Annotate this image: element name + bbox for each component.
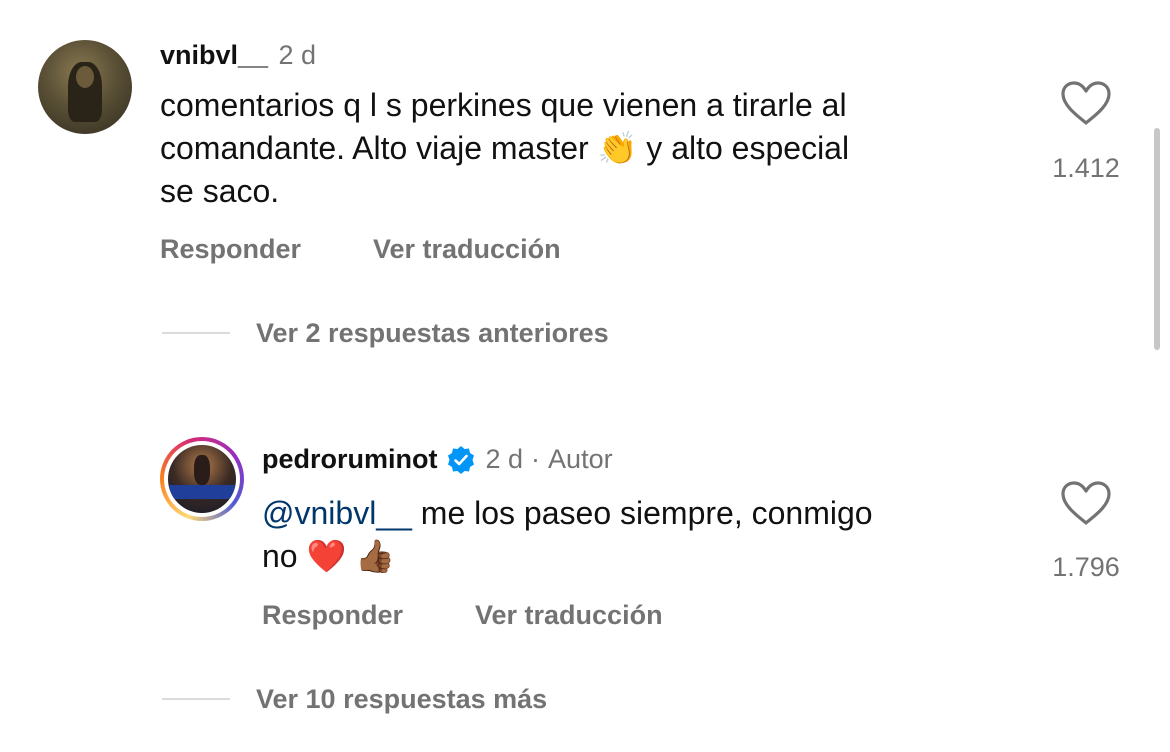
comment-username[interactable]: pedroruminot [262,444,438,475]
comment-header: vnibvl__ 2 d [160,40,316,71]
comment-text: @vnibvl__ me los paseo siempre, conmigo … [262,492,1042,578]
comment-text-line: @vnibvl__ me los paseo siempre, conmigo [262,492,1042,535]
comment-text-segment: y alto especial [646,130,850,166]
reply-button[interactable]: Responder [160,234,301,265]
view-more-replies-button[interactable]: Ver 10 respuestas más [256,684,547,715]
verified-badge-icon [446,445,476,475]
avatar[interactable] [38,40,132,134]
divider [162,698,230,700]
comment-text-line: se saco. [160,173,280,209]
avatar-person [194,455,210,485]
like-count: 1.796 [1052,552,1120,582]
avatar-story-ring[interactable] [160,437,244,521]
comment-username[interactable]: vnibvl__ [160,40,268,70]
clapping-hands-emoji: 👏 [597,130,638,166]
heart-outline-icon[interactable] [1060,480,1112,526]
like-count: 1.412 [1052,153,1120,183]
mention-link[interactable]: @vnibvl__ [262,495,412,531]
avatar [168,445,236,513]
view-previous-replies-button[interactable]: Ver 2 respuestas anteriores [256,318,609,349]
scrollbar[interactable] [1154,128,1160,350]
comment-text-segment: me los paseo siempre, conmigo [420,495,873,531]
avatar-caption-band [168,485,236,499]
see-translation-button[interactable]: Ver traducción [475,600,663,631]
comment-header: pedroruminot 2 d · Autor [262,444,613,475]
comment-time: 2 d [485,444,524,474]
reply-button[interactable]: Responder [262,600,403,631]
see-translation-button[interactable]: Ver traducción [373,234,561,265]
comment-text-line: comandante. Alto viaje master 👏 y alto e… [160,127,1040,170]
comment-text-segment: no [262,538,298,574]
comment-text-line: comentarios q l s perkines que vienen a … [160,87,847,123]
meta-separator: · [531,444,541,474]
comment-text: comentarios q l s perkines que vienen a … [160,84,1040,213]
heart-thumbs-up-emojis: ❤️ 👍🏾 [306,538,396,574]
comment-text-segment: comandante. Alto viaje master [160,130,589,166]
author-badge: Autor [548,444,613,474]
comment-text-line: no ❤️ 👍🏾 [262,535,1042,578]
heart-outline-icon[interactable] [1060,80,1112,126]
divider [162,332,230,334]
avatar-face [76,66,94,88]
comment-time: 2 d [278,40,317,70]
